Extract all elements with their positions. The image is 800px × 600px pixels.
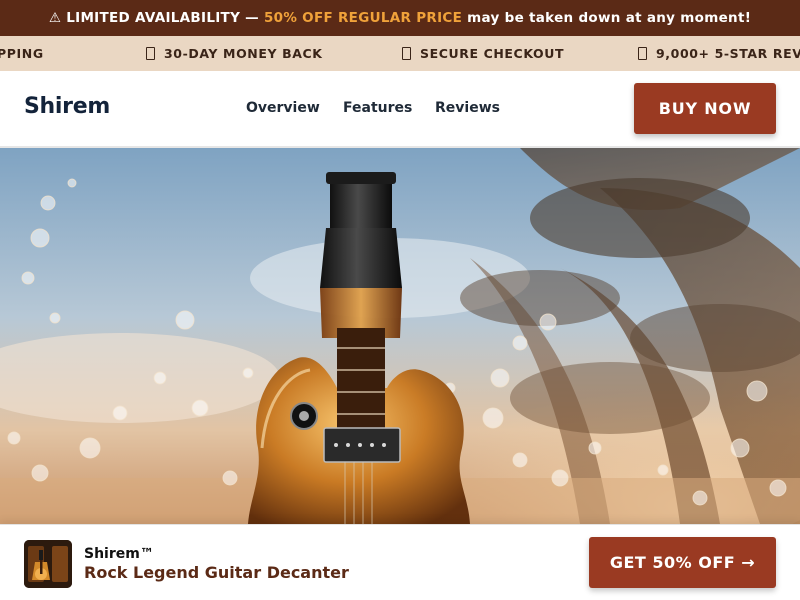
- buy-now-button[interactable]: BUY NOW: [634, 83, 776, 134]
- hero-image: [0, 148, 800, 524]
- brand-logo[interactable]: Shirem: [24, 94, 110, 119]
- trust-item-label: 9,000+ 5-STAR REVIE: [656, 46, 800, 61]
- product-thumbnail-image: [24, 540, 72, 588]
- trust-item-label: PPING: [0, 46, 44, 61]
- alert-tail-text: may be taken down at any moment!: [467, 10, 752, 26]
- trust-item-secure-checkout: SECURE CHECKOUT: [402, 36, 564, 71]
- trust-ticker: PPING 30-DAY MONEY BACK SECURE CHECKOUT …: [0, 36, 800, 71]
- missing-glyph-icon: [402, 47, 411, 60]
- get-discount-button[interactable]: GET 50% OFF →: [589, 537, 776, 588]
- sticky-brand-name: Shirem™: [84, 546, 154, 562]
- nav-link-reviews[interactable]: Reviews: [435, 100, 500, 116]
- warning-icon: ⚠: [48, 10, 62, 26]
- limited-availability-banner: ⚠ LIMITED AVAILABILITY — 50% OFF REGULAR…: [0, 0, 800, 36]
- missing-glyph-icon: [146, 47, 155, 60]
- trust-item-shipping: PPING: [0, 36, 44, 71]
- nav-link-overview[interactable]: Overview: [246, 100, 320, 116]
- site-header: Shirem Overview Features Reviews BUY NOW: [0, 71, 800, 148]
- product-thumbnail: [24, 540, 72, 588]
- trust-item-label: SECURE CHECKOUT: [420, 46, 565, 61]
- trust-item-reviews: 9,000+ 5-STAR REVIE: [638, 36, 800, 71]
- sticky-product-name: Rock Legend Guitar Decanter: [84, 563, 349, 582]
- alert-highlight-text: 50% OFF REGULAR PRICE: [263, 10, 463, 26]
- trust-item-money-back: 30-DAY MONEY BACK: [146, 36, 323, 71]
- nav-link-features[interactable]: Features: [343, 100, 412, 116]
- missing-glyph-icon: [638, 47, 647, 60]
- guitar-decanter-photo: [0, 148, 800, 524]
- trust-item-label: 30-DAY MONEY BACK: [164, 46, 323, 61]
- alert-lead-text: LIMITED AVAILABILITY —: [66, 10, 259, 26]
- sticky-purchase-bar: Shirem™ Rock Legend Guitar Decanter GET …: [0, 524, 800, 600]
